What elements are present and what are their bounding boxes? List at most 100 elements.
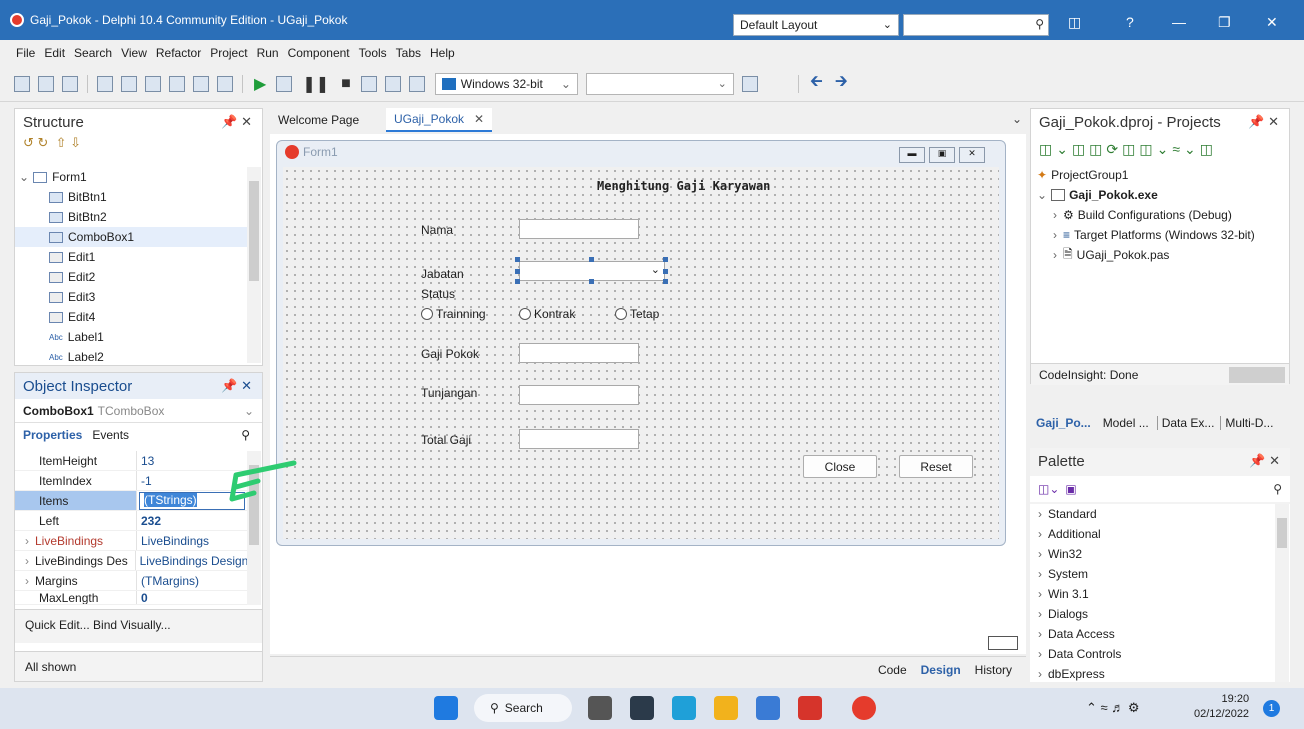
pause-icon[interactable]: ❚❚: [302, 74, 329, 94]
pin-close-icons[interactable]: 📌 ✕: [1249, 453, 1280, 469]
menu-refactor[interactable]: Refactor: [156, 46, 201, 60]
palette-filter-icon[interactable]: ▣: [1065, 482, 1076, 496]
palette-category-win31[interactable]: › Win 3.1: [1030, 584, 1290, 604]
menu-help[interactable]: Help: [430, 46, 455, 60]
tree-item-bitbtn2[interactable]: BitBtn2: [15, 207, 247, 227]
tree-item-form1[interactable]: ⌄ Form1: [15, 167, 247, 187]
tree-target-platforms[interactable]: › ≡ Target Platforms (Windows 32-bit): [1037, 225, 1255, 245]
open-icon[interactable]: [62, 75, 78, 92]
pin-close-icons[interactable]: 📌 ✕: [221, 114, 252, 130]
radio-tetap[interactable]: Tetap: [615, 307, 659, 321]
tab-project[interactable]: Gaji_Po...: [1036, 416, 1091, 430]
edit-total-gaji[interactable]: [519, 429, 639, 449]
menu-file[interactable]: File: [16, 46, 35, 60]
close-window-button[interactable]: ✕: [1266, 14, 1278, 31]
target-platform-dropdown[interactable]: Windows 32-bit ⌄: [434, 72, 578, 95]
ide-insight-icon[interactable]: ◫: [1068, 14, 1081, 31]
windows-start-icon[interactable]: [434, 696, 458, 720]
property-row[interactable]: › LiveBindings Des LiveBindings Design: [15, 551, 247, 571]
tab-multi-device[interactable]: Multi-D...: [1220, 416, 1273, 430]
edit-gaji-pokok[interactable]: [519, 343, 639, 363]
configuration-dropdown[interactable]: ⌄: [585, 72, 734, 95]
palette-category-win32[interactable]: › Win32: [1030, 544, 1290, 564]
selection-handle[interactable]: [589, 257, 594, 262]
taskbar-search[interactable]: ⚲ Search: [474, 694, 572, 722]
radio-kontrak[interactable]: Kontrak: [519, 307, 575, 321]
tab-code[interactable]: Code: [878, 663, 907, 677]
system-tray-icons[interactable]: ⌃ ≈ ♬ ⚙: [1086, 700, 1140, 716]
radio-trainning[interactable]: Trainning: [421, 307, 486, 321]
menu-run[interactable]: Run: [257, 46, 279, 60]
open-project-icon[interactable]: [97, 75, 113, 92]
edit-tunjangan[interactable]: [519, 385, 639, 405]
chevron-down-icon[interactable]: ⌄: [1012, 112, 1022, 126]
palette-scrollbar[interactable]: [1275, 504, 1289, 682]
tree-unit-file[interactable]: › 🗎 UGaji_Pokok.pas: [1037, 245, 1255, 265]
property-row[interactable]: ItemHeight 13: [15, 451, 247, 471]
search-icon[interactable]: ⚲: [241, 428, 250, 442]
delphi-taskbar-icon[interactable]: [852, 696, 876, 720]
property-value[interactable]: LiveBindings Design: [136, 554, 247, 568]
menu-tabs[interactable]: Tabs: [396, 46, 421, 60]
menu-search[interactable]: Search: [74, 46, 112, 60]
back-arrow-icon[interactable]: 🡰: [810, 70, 823, 97]
taskbar-clock[interactable]: 19:20 02/12/2022: [1194, 692, 1249, 722]
tree-item-combobox1[interactable]: ComboBox1: [15, 227, 247, 247]
combobox-jabatan[interactable]: ⌄: [519, 261, 665, 281]
palette-category-dbexpress[interactable]: › dbExpress: [1030, 664, 1290, 682]
palette-category-standard[interactable]: › Standard: [1030, 504, 1290, 524]
run-without-debug-icon[interactable]: [276, 75, 293, 92]
palette-category-system[interactable]: › System: [1030, 564, 1290, 584]
form-canvas[interactable]: Menghitung Gaji Karyawan Nama Jabatan ⌄ …: [283, 167, 999, 539]
tab-events[interactable]: Events: [92, 428, 129, 442]
palette-category-data-controls[interactable]: › Data Controls: [1030, 644, 1290, 664]
selection-handle[interactable]: [515, 279, 520, 284]
file-explorer-icon[interactable]: [714, 696, 738, 720]
close-button[interactable]: Close: [803, 455, 877, 478]
selection-handle[interactable]: [663, 257, 668, 262]
tab-data-explorer[interactable]: Data Ex...: [1156, 416, 1214, 430]
add-to-project-icon[interactable]: [193, 75, 209, 92]
tree-item-label1[interactable]: Abc Label1: [15, 327, 247, 347]
selection-handle[interactable]: [663, 279, 668, 284]
notification-badge[interactable]: 1: [1263, 700, 1280, 717]
tree-item-edit2[interactable]: Edit2: [15, 267, 247, 287]
property-value[interactable]: 0: [137, 591, 148, 604]
reset-button[interactable]: Reset: [899, 455, 973, 478]
tree-item-label2[interactable]: Abc Label2: [15, 347, 247, 367]
tree-item-bitbtn1[interactable]: BitBtn1: [15, 187, 247, 207]
form-minimize-icon[interactable]: ▬: [899, 147, 925, 163]
pin-close-icons[interactable]: 📌 ✕: [1248, 114, 1279, 130]
tree-item-edit4[interactable]: Edit4: [15, 307, 247, 327]
palette-category-dialogs[interactable]: › Dialogs: [1030, 604, 1290, 624]
tree-build-config[interactable]: › ⚙ Build Configurations (Debug): [1037, 205, 1255, 225]
device-icon[interactable]: [741, 75, 758, 92]
stop-icon[interactable]: ■: [341, 75, 351, 93]
property-row-selected[interactable]: Items (TStrings): [15, 491, 247, 511]
terminal-icon[interactable]: [630, 696, 654, 720]
tab-properties[interactable]: Properties: [23, 428, 82, 442]
property-value[interactable]: 13: [137, 454, 154, 468]
new-file-icon[interactable]: [14, 75, 30, 92]
menu-project[interactable]: Project: [210, 46, 247, 60]
help-button[interactable]: ?: [1126, 14, 1134, 30]
structure-toolbar[interactable]: ↺ ↻ ⇧ ⇩: [15, 135, 262, 157]
mcafee-icon[interactable]: [798, 696, 822, 720]
menu-edit[interactable]: Edit: [44, 46, 65, 60]
ide-search-input[interactable]: ⚲: [903, 14, 1049, 36]
store-icon[interactable]: [756, 696, 780, 720]
property-row[interactable]: ItemIndex -1: [15, 471, 247, 491]
trace-into-icon[interactable]: [384, 75, 401, 92]
menu-component[interactable]: Component: [288, 46, 350, 60]
run-icon[interactable]: ▶: [254, 74, 266, 94]
remove-from-project-icon[interactable]: [217, 75, 233, 92]
property-value[interactable]: 232: [137, 514, 161, 528]
form-maximize-icon[interactable]: ▣: [929, 147, 955, 163]
property-row[interactable]: › Margins (TMargins): [15, 571, 247, 591]
property-value[interactable]: LiveBindings: [137, 534, 209, 548]
palette-category-data-access[interactable]: › Data Access: [1030, 624, 1290, 644]
property-row[interactable]: › LiveBindings LiveBindings: [15, 531, 247, 551]
task-view-icon[interactable]: [588, 696, 612, 720]
selection-handle[interactable]: [663, 269, 668, 274]
structure-scrollbar[interactable]: [247, 167, 261, 363]
